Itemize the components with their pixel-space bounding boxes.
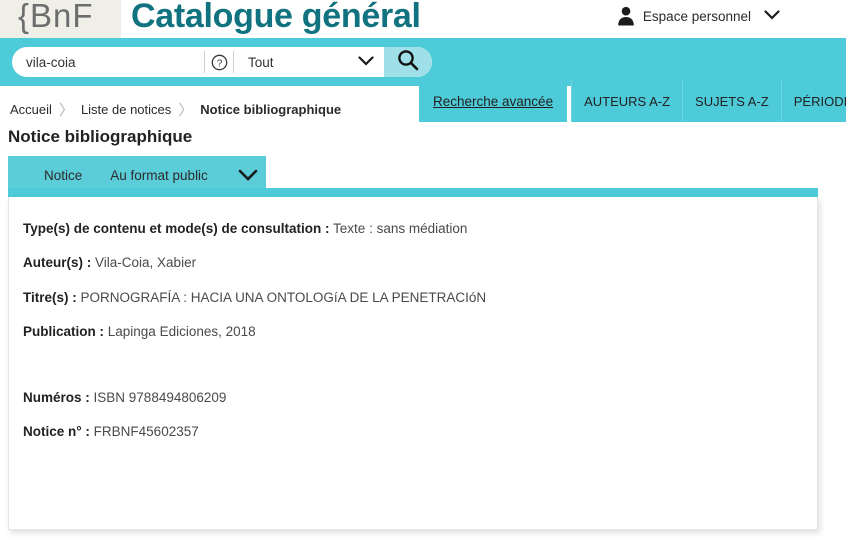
bnf-logo-text: {BnF: [18, 0, 94, 34]
field-value: Lapinga Ediciones, 2018: [107, 323, 256, 339]
site-header: {BnF Catalogue général Espace personnel: [0, 0, 846, 38]
field-label: Notice n° :: [23, 424, 90, 440]
field-value: Texte : sans médiation: [333, 221, 468, 236]
bnf-logo[interactable]: {BnF: [0, 0, 121, 38]
account-label: Espace personnel: [642, 8, 751, 24]
record-field-numeros: Numéros : ISBN 9788494806209: [9, 388, 817, 408]
field-value: ISBN 9788494806209: [93, 390, 227, 405]
search-band: ? Tout Recherche avancée AUTEURS A-Z SUJ…: [0, 38, 846, 122]
record-field-publication: Publication : Lapinga Ediciones, 2018: [9, 322, 817, 342]
nav-sujets-az[interactable]: SUJETS A-Z: [682, 80, 781, 122]
field-label: Publication :: [23, 323, 104, 339]
search-submit-button[interactable]: [384, 47, 432, 77]
breadcrumb-item-current: Notice bibliographique: [200, 102, 342, 117]
chevron-down-icon: [358, 53, 374, 71]
record-field-auteur: Auteur(s) : Vila-Coia, Xabier: [9, 253, 817, 273]
search-input[interactable]: [12, 47, 204, 77]
field-label: Numéros :: [23, 390, 90, 405]
breadcrumb: Accueil 〉 Liste de notices 〉 Notice bibl…: [10, 99, 341, 120]
magnifier-icon: [396, 48, 420, 77]
tab-notice[interactable]: Notice: [38, 168, 88, 183]
record-fields: Type(s) de contenu et mode(s) de consult…: [9, 197, 817, 443]
record-field-titre: Titre(s) : PORNOGRAFÍA : HACIA UNA ONTOL…: [9, 288, 817, 308]
tab-underline-bar: [8, 188, 818, 197]
field-label: Type(s) de contenu et mode(s) de consult…: [23, 221, 330, 236]
tab-au-format-public[interactable]: Au format public: [104, 168, 214, 183]
search-bar: ? Tout: [12, 47, 432, 77]
chevron-down-icon[interactable]: [238, 169, 258, 181]
field-label: Titre(s) :: [23, 289, 77, 305]
top-nav: Recherche avancée AUTEURS A-Z SUJETS A-Z…: [419, 80, 846, 122]
field-label: Auteur(s) :: [23, 255, 92, 271]
page-title: Notice bibliographique: [8, 127, 193, 146]
chevron-down-icon: [764, 7, 780, 25]
breadcrumb-item-accueil[interactable]: Accueil: [10, 102, 52, 117]
record-field-type: Type(s) de contenu et mode(s) de consult…: [9, 219, 817, 239]
account-menu[interactable]: Espace personnel: [617, 6, 780, 26]
search-scope-value: Tout: [248, 54, 274, 70]
breadcrumb-separator: 〉: [58, 102, 74, 119]
record-field-notice-num: Notice n° : FRBNF45602357: [9, 422, 817, 442]
page-site-title: Catalogue général: [131, 0, 421, 35]
nav-auteurs-az[interactable]: AUTEURS A-Z: [571, 80, 683, 122]
breadcrumb-separator: 〉: [178, 102, 194, 119]
field-value: Vila-Coia, Xabier: [95, 255, 197, 271]
person-icon: [617, 6, 635, 26]
record-panel: Type(s) de contenu et mode(s) de consult…: [8, 197, 818, 530]
svg-text:?: ?: [216, 58, 222, 69]
nav-periodiques[interactable]: PÉRIODIQUES: [780, 80, 846, 122]
field-value: PORNOGRAFÍA : HACIA UNA ONTOLOGíA DE LA …: [80, 289, 487, 305]
nav-recherche-avancee[interactable]: Recherche avancée: [419, 80, 568, 122]
field-value: FRBNF45602357: [93, 424, 199, 440]
question-circle-icon[interactable]: ?: [205, 47, 233, 77]
breadcrumb-item-liste-de-notices[interactable]: Liste de notices: [81, 102, 171, 117]
search-scope-select[interactable]: Tout: [234, 47, 384, 77]
